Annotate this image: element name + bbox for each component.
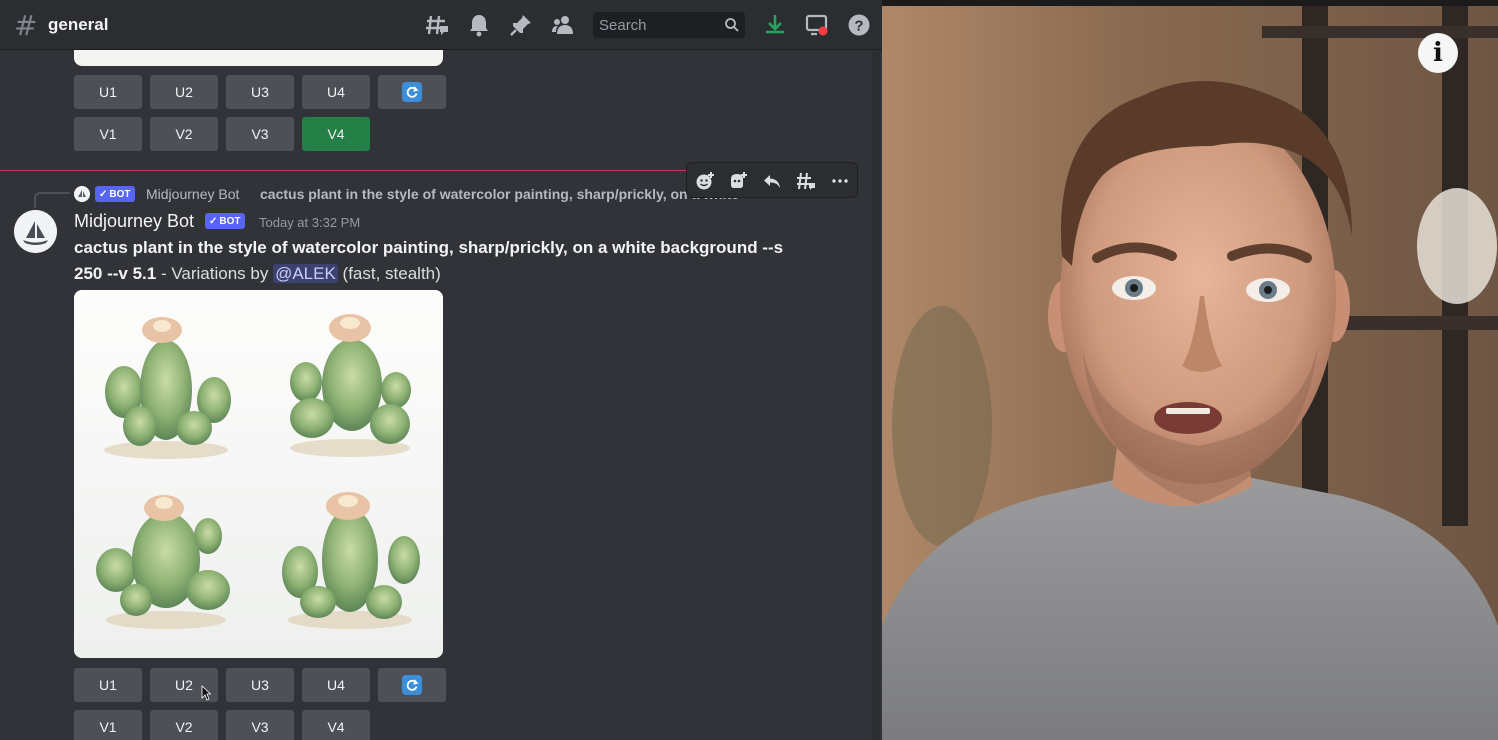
user-mention[interactable]: @ALEK: [273, 264, 338, 283]
members-icon[interactable]: [551, 13, 575, 37]
message-timestamp: Today at 3:32 PM: [259, 215, 361, 230]
pin-icon[interactable]: [509, 13, 533, 37]
add-reaction-icon[interactable]: [695, 171, 715, 191]
prev-u3-button[interactable]: U3: [226, 75, 294, 109]
prev-v2-button[interactable]: V2: [150, 117, 218, 151]
refresh-icon: [402, 82, 422, 102]
channel-header: # general Search ?: [0, 0, 882, 50]
verified-check-icon: ✓: [99, 188, 108, 200]
prev-u1-button[interactable]: U1: [74, 75, 142, 109]
generated-image-grid[interactable]: [74, 290, 443, 658]
search-icon: [725, 18, 739, 32]
message-author[interactable]: Midjourney Bot: [74, 211, 194, 232]
message-prompt-line-2: 250 --v 5.1 - Variations by @ALEK (fast,…: [74, 264, 441, 283]
prev-v3-button[interactable]: V3: [226, 117, 294, 151]
discord-window: # general Search ? U1 U2 U3 U4 V1 V2 V3 …: [0, 0, 882, 740]
bot-avatar[interactable]: [14, 210, 57, 253]
u3-button[interactable]: U3: [226, 668, 294, 702]
prev-reroll-button[interactable]: [378, 75, 446, 109]
previous-image-grid[interactable]: [74, 50, 443, 66]
inbox-icon[interactable]: [805, 13, 829, 37]
reply-icon[interactable]: [762, 171, 782, 191]
info-icon[interactable]: i: [1418, 33, 1458, 73]
threads-icon[interactable]: [425, 13, 449, 37]
hashtag-icon: #: [14, 9, 38, 42]
reply-avatar[interactable]: [74, 186, 90, 202]
bot-tag: ✓ BOT: [205, 213, 245, 229]
v2-button[interactable]: V2: [150, 710, 218, 740]
new-messages-divider: [0, 170, 690, 171]
reroll-button[interactable]: [378, 668, 446, 702]
v3-button[interactable]: V3: [226, 710, 294, 740]
prev-u4-button[interactable]: U4: [302, 75, 370, 109]
reply-bot-tag: ✓ BOT: [95, 186, 135, 202]
app-reaction-icon[interactable]: [728, 171, 748, 191]
presenter-video-frame: [882, 6, 1498, 740]
mouse-cursor-icon: [201, 685, 211, 701]
download-icon[interactable]: [763, 13, 787, 37]
u4-button[interactable]: U4: [302, 668, 370, 702]
verified-check-icon: ✓: [209, 215, 218, 227]
search-input[interactable]: Search: [593, 12, 745, 38]
v4-button[interactable]: V4: [302, 710, 370, 740]
prev-v1-button[interactable]: V1: [74, 117, 142, 151]
u1-button[interactable]: U1: [74, 668, 142, 702]
reply-connector: [34, 192, 70, 208]
webcam-video: [882, 6, 1498, 740]
message-prompt-line-1: cactus plant in the style of watercolor …: [74, 238, 784, 257]
prev-v4-button-active[interactable]: V4: [302, 117, 370, 151]
more-icon[interactable]: [830, 171, 850, 191]
help-icon[interactable]: ?: [847, 13, 871, 37]
prev-u2-button[interactable]: U2: [150, 75, 218, 109]
channel-name: general: [48, 15, 109, 34]
create-thread-icon[interactable]: [796, 171, 816, 191]
svg-text:?: ?: [854, 18, 863, 35]
bell-icon[interactable]: [467, 13, 491, 37]
reply-author[interactable]: Midjourney Bot: [146, 186, 239, 202]
search-placeholder: Search: [599, 17, 647, 34]
v1-button[interactable]: V1: [74, 710, 142, 740]
message-hover-toolbar: [686, 162, 858, 198]
scrollbar[interactable]: [872, 50, 880, 740]
refresh-icon: [402, 675, 422, 695]
